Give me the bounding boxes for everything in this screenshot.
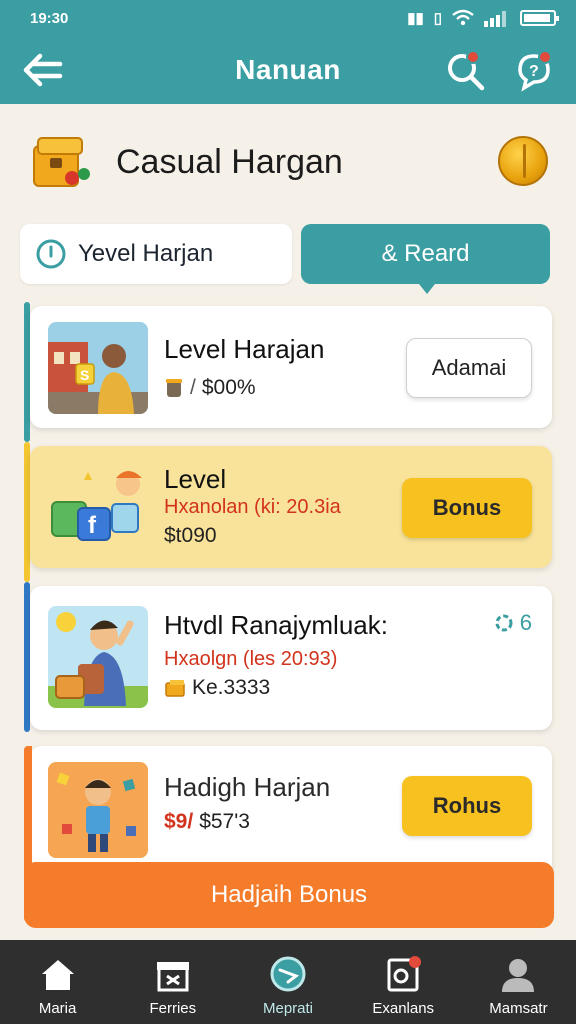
treasure-box-icon	[33, 137, 90, 187]
nav-label: Maria	[38, 1000, 77, 1017]
clock-icon	[36, 239, 66, 269]
jar-icon	[166, 379, 182, 397]
thumbnail	[48, 606, 148, 708]
nav-label: Ferries	[149, 1000, 197, 1017]
status-bar: 19:30 ▮▮ ▯	[0, 0, 576, 36]
signal-icon: ▮▮	[407, 10, 424, 27]
section-header: Casual Hargan	[30, 130, 550, 194]
nav-item-home[interactable]: Maria	[0, 940, 115, 1024]
app-bar: Nanuan ?	[0, 36, 576, 104]
gift-box-icon	[156, 962, 189, 992]
home-icon	[41, 960, 74, 990]
svg-text:?: ?	[529, 63, 539, 80]
card-action-button[interactable]: Adamai	[406, 338, 532, 398]
gear-icon	[495, 614, 513, 632]
nav-item-notes[interactable]: Exanlans	[346, 940, 461, 1024]
bonus-button[interactable]: Bonus	[402, 478, 532, 538]
card-amount: Ke.3333	[192, 676, 271, 699]
card-title: Level Harajan	[164, 334, 325, 364]
nav-item-explore[interactable]: Meprati	[230, 940, 345, 1024]
card-amount-prefix: $9/	[164, 810, 194, 833]
level-card[interactable]: f Level Hxanolan (ki: 20.3ia $t090 Bonus	[30, 446, 552, 568]
card-amount: $00%	[201, 376, 256, 399]
vibrate-icon: ▯	[433, 10, 442, 27]
profile-icon	[502, 959, 535, 992]
card-amount-row: Ke.3333	[164, 676, 270, 700]
support-button[interactable]: ?	[512, 48, 556, 92]
card-title: Htvdl Ranajymluak:	[164, 610, 388, 640]
card-amount: $t090	[164, 524, 217, 547]
search-button[interactable]	[444, 48, 488, 92]
bottom-navigation: Maria Ferries Meprati Exanlans Mamsatr	[0, 940, 576, 1024]
notes-icon	[387, 956, 422, 992]
cell-bars-icon	[484, 11, 506, 27]
claim-bonus-button[interactable]: Hadjaih Bonus	[24, 862, 554, 928]
level-card[interactable]: S Level Harajan / $00% Adamai	[30, 306, 552, 428]
card-title: Level	[164, 464, 227, 494]
card-amount: $57'3	[199, 810, 250, 833]
nav-label: Mamsatr	[489, 1000, 548, 1017]
section-title: Casual Hargan	[116, 142, 343, 181]
badge-count: 6	[519, 610, 532, 635]
claim-bonus-label: Hadjaih Bonus	[210, 881, 368, 908]
card-badge[interactable]: 6	[492, 610, 532, 636]
tab-bar: Yevel Harjan & Reard	[20, 224, 550, 294]
tab-level[interactable]: Yevel Harjan	[20, 224, 292, 284]
nav-item-profile[interactable]: Mamsatr	[461, 940, 576, 1024]
wifi-icon	[452, 9, 474, 26]
box-icon	[165, 680, 185, 697]
card-amount-row: $9/ $57'3	[164, 810, 250, 834]
card-subtitle: Hxaolgn (les 20:93)	[164, 648, 338, 670]
thumbnail: S	[48, 322, 148, 414]
tab-level-label: Yevel Harjan	[78, 240, 214, 267]
svg-text:f: f	[88, 512, 97, 539]
svg-text:S: S	[80, 367, 89, 383]
level-card[interactable]: Htvdl Ranajymluak: Hxaolgn (les 20:93) K…	[30, 586, 552, 730]
notification-dot	[538, 50, 552, 64]
coin-icon[interactable]	[498, 136, 548, 186]
notification-dot	[466, 50, 480, 64]
card-amount-row: / $00%	[164, 376, 256, 400]
nav-item-ferries[interactable]: Ferries	[115, 940, 230, 1024]
app-title: Nanuan	[235, 54, 341, 85]
status-icons: ▮▮ ▯	[407, 9, 559, 27]
card-title: Hadigh Harjan	[164, 772, 331, 802]
status-time: 19:30	[30, 9, 69, 27]
bonus-button[interactable]: Rohus	[402, 776, 532, 836]
compass-icon	[270, 956, 306, 992]
tab-reward[interactable]: & Reard	[301, 224, 550, 294]
card-subtitle: Hxanolan (ki: 20.3ia	[164, 496, 341, 518]
nav-label: Exanlans	[372, 1000, 435, 1017]
tab-reward-label: & Reard	[381, 240, 470, 267]
nav-label: Meprati	[262, 1000, 314, 1017]
battery-icon	[520, 10, 559, 26]
back-arrow-icon[interactable]	[20, 50, 64, 90]
thumbnail	[48, 762, 148, 858]
thumbnail: f	[48, 462, 148, 554]
